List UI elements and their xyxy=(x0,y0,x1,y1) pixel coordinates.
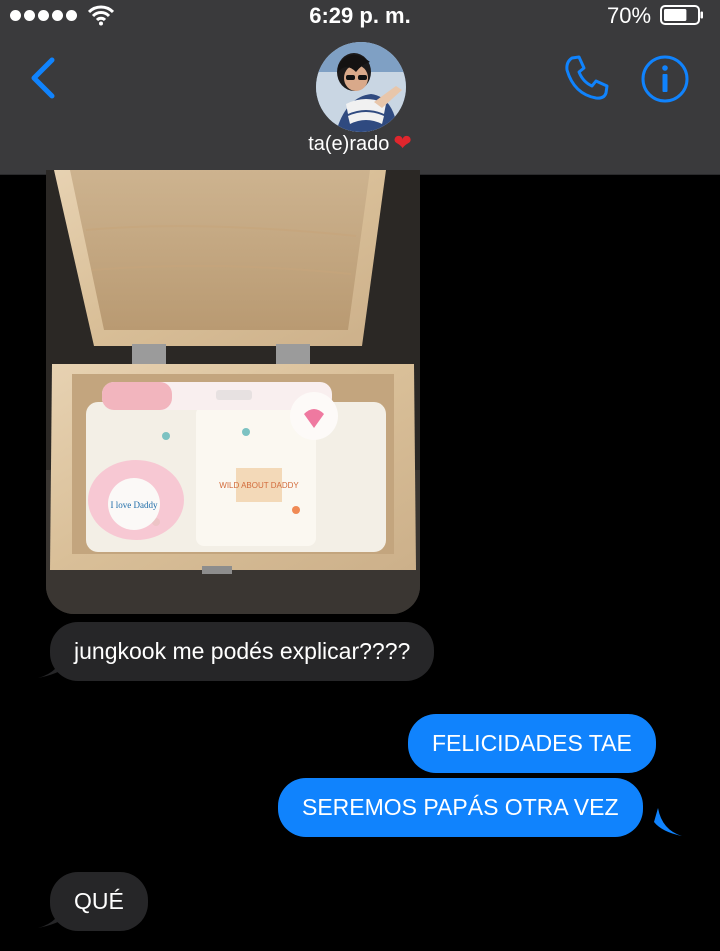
contact-avatar[interactable] xyxy=(316,42,406,132)
bubble-tail xyxy=(654,808,682,836)
heart-emoji: ❤ xyxy=(393,130,412,155)
chat-header: 6:29 p. m. 70% ta(e)rado ❤ xyxy=(0,0,720,175)
message-bubble-incoming[interactable]: jungkook me podés explicar???? xyxy=(50,622,435,681)
contact-name-text: ta(e)rado xyxy=(308,133,390,155)
phone-call-button[interactable] xyxy=(560,52,612,104)
message-bubble-outgoing[interactable]: SEREMOS PAPÁS OTRA VEZ xyxy=(278,778,643,837)
gift-box-photo: WILD ABOUT DADDY I love Daddy xyxy=(46,170,420,614)
message-bubble-incoming[interactable]: QUÉ xyxy=(50,872,148,931)
message-bubble-outgoing[interactable]: FELICIDADES TAE xyxy=(408,714,656,773)
contact-name[interactable]: ta(e)rado ❤ xyxy=(0,130,720,156)
bib-print: WILD ABOUT DADDY xyxy=(219,481,299,490)
avatar-photo xyxy=(316,42,406,132)
info-button[interactable] xyxy=(640,54,690,104)
status-bar: 6:29 p. m. 70% xyxy=(0,0,720,30)
battery-icon xyxy=(660,5,703,25)
photo-message[interactable]: WILD ABOUT DADDY I love Daddy xyxy=(46,170,420,614)
conversation-thread[interactable]: WILD ABOUT DADDY I love Daddy jungkook m… xyxy=(0,170,720,951)
battery-percentage: 70% xyxy=(607,3,652,28)
back-button[interactable] xyxy=(24,54,64,102)
pacifier-print: I love Daddy xyxy=(111,500,158,510)
